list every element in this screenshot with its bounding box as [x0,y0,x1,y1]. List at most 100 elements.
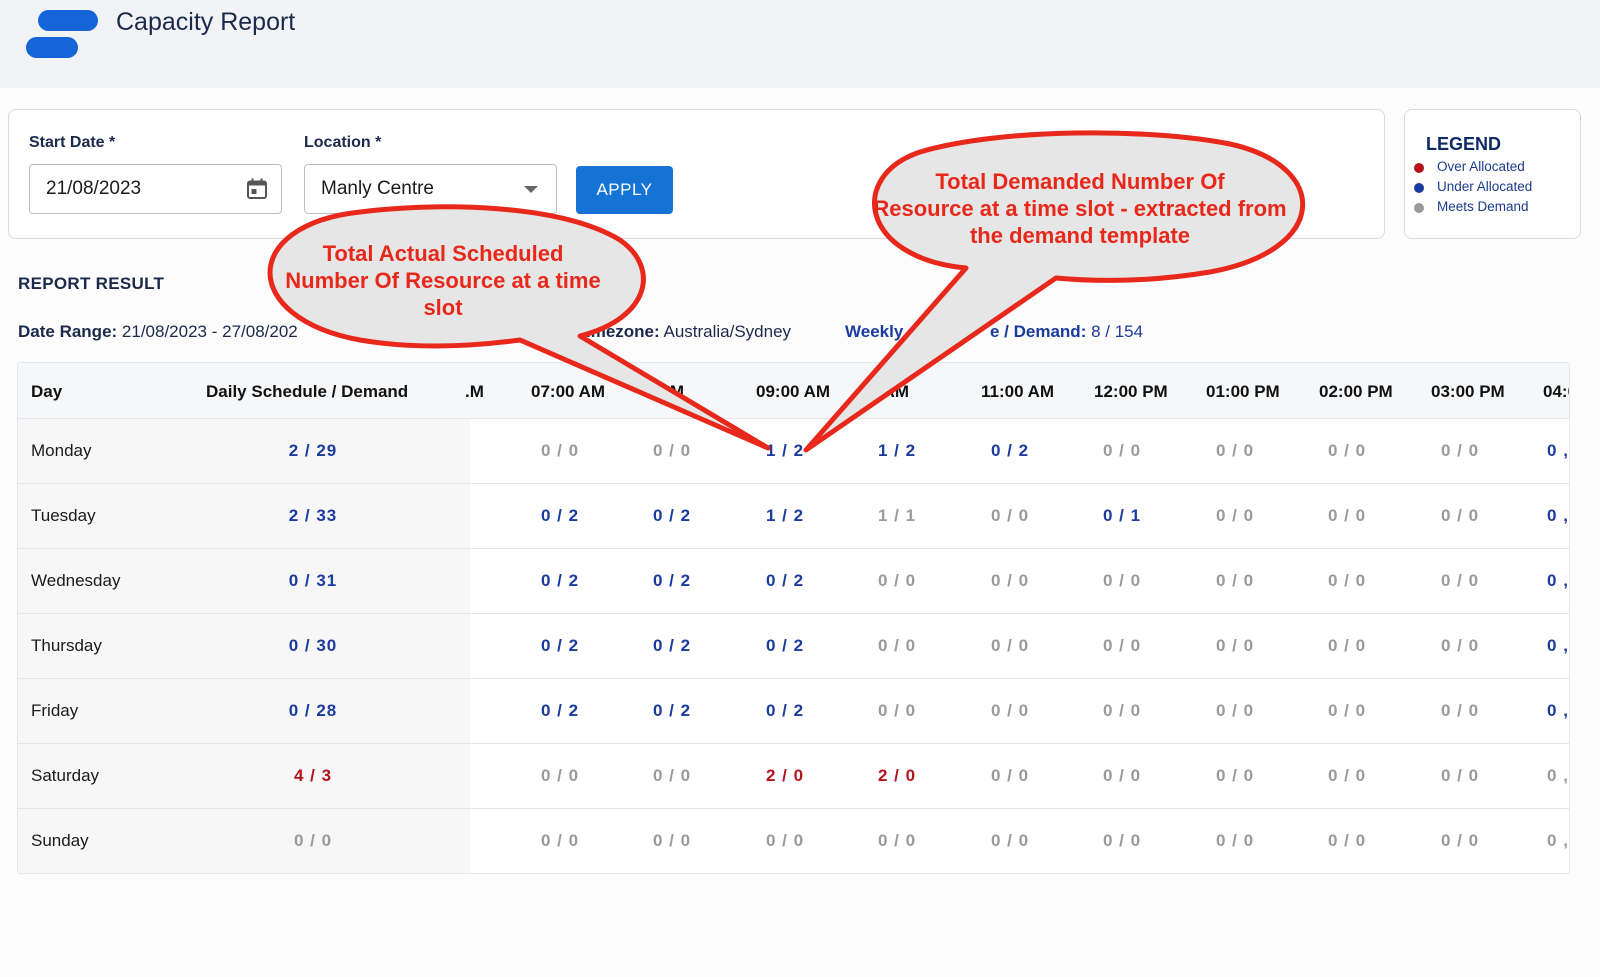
slot-value: 1 / 1 [877,506,917,525]
header-slot: 09:00 AM [756,382,831,401]
slot-value: 0 / 0 [990,506,1030,525]
slot-value: 0 / 0 [1215,506,1255,525]
weekly-summary: Weekly [845,322,903,342]
slot-value: 0 / 0 [877,701,917,720]
legend-label: Meets Demand [1437,199,1529,214]
slot-value: 0 / 0 [1440,441,1480,460]
daily-schedule-demand: 2 / 33 [288,506,338,525]
legend-panel: LEGEND Over Allocated Under Allocated Me… [1404,109,1581,239]
daily-schedule-demand: 0 / 0 [293,831,333,850]
header-slot: 07:00 AM [531,382,606,401]
header-slot: 02:00 PM [1319,382,1393,401]
slot-value: 0 / 0 [1215,831,1255,850]
slot-value: 0 / 2 [540,701,580,720]
slot-value: 0 / 0 [877,831,917,850]
timezone-label: imezone: [586,322,660,341]
slot-value: 0 / 2 [540,636,580,655]
start-date-value: 21/08/2023 [46,178,142,199]
start-date-input[interactable]: 21/08/2023 [29,164,282,214]
legend-label: Over Allocated [1437,159,1525,174]
header-slot: 04:0( [1543,382,1569,401]
slot-value: 0 / 0 [1102,441,1142,460]
weekly-label-b: e / Demand: [990,322,1087,341]
slot-value: 0 / 2 [765,636,805,655]
slot-value: 0 / 0 [877,571,917,590]
slot-value: 0 / 2 [990,441,1030,460]
slot-value: 0 , [1547,441,1569,460]
weekly-label: Weekly [845,322,904,341]
slot-value: 0 , [1547,571,1569,590]
callout-demanded-text: Total Demanded Number Of Resource at a t… [873,169,1287,248]
timezone: imezone: Australia/Sydney [586,322,791,342]
header-slot: 0 AM [644,382,684,401]
slot-value: 0 / 0 [1440,701,1480,720]
date-range-label: Date Range: [18,322,118,341]
slot-value: 0 / 0 [1102,766,1142,785]
start-date-label: Start Date * [29,134,116,151]
header-slot: 12:00 PM [1094,382,1168,401]
slot-value: 0 / 0 [1102,636,1142,655]
calendar-icon[interactable] [245,177,269,201]
slot-value: 0 / 0 [990,831,1030,850]
slot-value: 0 / 0 [1440,636,1480,655]
header-daily: Daily Schedule / Demand [206,382,409,401]
slot-value: 0 / 0 [1102,831,1142,850]
report-result-title: REPORT RESULT [18,274,165,293]
date-range-value: 21/08/2023 - 27/08/202 [121,322,298,341]
day-label: Saturday [31,766,100,785]
table-row: Wednesday 0 / 31 0 / 2 0 / 2 0 / 2 0 / 0 0 / 0… [18,549,1569,614]
slot-value: 0 , [1547,636,1569,655]
slot-value: 0 / 0 [1215,636,1255,655]
slot-value: 0 / 0 [1440,506,1480,525]
slot-value: 1 / 2 [765,441,805,460]
over-dot-icon [1414,163,1424,173]
slot-value: 0 / 0 [1327,766,1367,785]
apply-button[interactable]: APPLY [576,166,673,214]
weekly-summary-value: e / Demand: 8 / 154 [990,322,1143,342]
slot-value: 0 / 0 [1327,636,1367,655]
chevron-down-icon[interactable] [524,186,538,193]
slot-value: 0 / 2 [652,701,692,720]
daily-schedule-demand: 4 / 3 [293,766,333,785]
slot-value: 0 / 0 [990,571,1030,590]
day-label: Friday [31,701,79,720]
slot-value: 0 / 2 [540,571,580,590]
day-label: Thursday [31,636,102,655]
legend-item-under: Under Allocated [1414,179,1532,194]
slot-value: 1 / 2 [877,441,917,460]
slot-value: 0 / 0 [1215,766,1255,785]
slot-value: 0 / 1 [1102,506,1142,525]
slot-value: 0 / 0 [652,766,692,785]
meets-dot-icon [1414,203,1424,213]
daily-schedule-demand: 0 / 31 [288,571,338,590]
slot-value: 0 / 0 [652,831,692,850]
weekly-value: 8 / 154 [1091,322,1144,341]
slot-value: 0 , [1547,701,1569,720]
header-slot: 01:00 PM [1206,382,1280,401]
capacity-table: Day Daily Schedule / Demand .M 07:00 AM 0 … [17,362,1570,874]
header-day: Day [31,382,63,401]
slot-value: 0 / 0 [1102,571,1142,590]
slot-value: 0 / 0 [1327,506,1367,525]
slot-value: 0 / 0 [1327,701,1367,720]
legend-title: LEGEND [1426,134,1502,154]
day-label: Sunday [31,831,89,850]
app-logo [26,10,98,60]
slot-value: 0 / 0 [990,701,1030,720]
callout-actual-text: Total Actual Scheduled Number Of Resourc… [285,241,601,320]
slot-value: 2 / 0 [765,766,805,785]
slot-value: 0 / 2 [765,701,805,720]
location-select[interactable]: Manly Centre [304,164,557,214]
daily-schedule-demand: 0 / 28 [288,701,338,720]
slot-value: 0 / 0 [990,766,1030,785]
table-row: Friday 0 / 28 0 / 2 0 / 2 0 / 2 0 / 0 0 / 0 0 /… [18,679,1569,744]
slot-value: 1 / 2 [765,506,805,525]
slot-value: 0 / 0 [1327,571,1367,590]
table-row: Monday 2 / 29 0 / 0 0 / 0 1 / 2 1 / 2 0 / 2 0 /… [18,419,1569,484]
slot-value: 0 / 2 [765,571,805,590]
slot-value: 0 / 2 [652,506,692,525]
location-label: Location * [304,134,382,151]
table-row: Sunday 0 / 0 0 / 0 0 / 0 0 / 0 0 / 0 0 / 0 0 / … [18,809,1569,873]
slot-value: 0 / 0 [990,636,1030,655]
legend-item-meets: Meets Demand [1414,199,1529,214]
